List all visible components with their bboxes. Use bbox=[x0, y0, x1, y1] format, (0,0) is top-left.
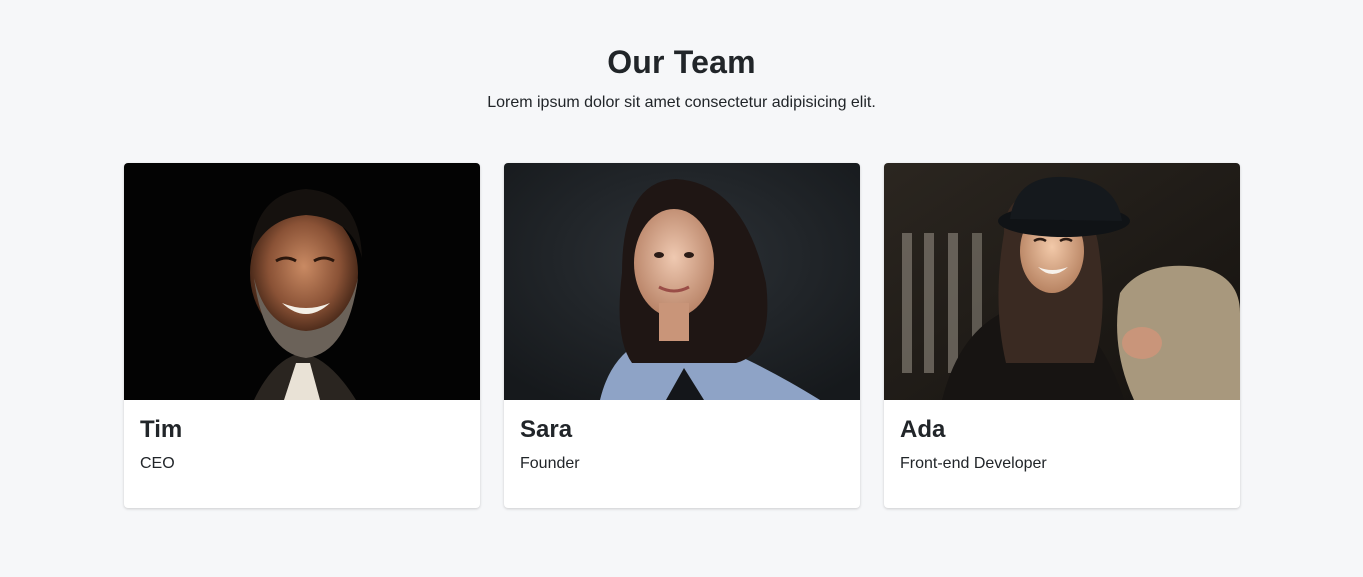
team-member-photo-sara bbox=[504, 163, 860, 400]
section-subtitle: Lorem ipsum dolor sit amet consectetur a… bbox=[487, 94, 876, 111]
section-title: Our Team bbox=[607, 44, 756, 80]
team-member-role: Founder bbox=[520, 455, 580, 472]
team-card-sara: Sara Founder bbox=[504, 163, 860, 508]
team-member-role: CEO bbox=[140, 455, 175, 472]
team-member-name: Tim bbox=[140, 416, 183, 443]
team-member-role: Front-end Developer bbox=[900, 455, 1047, 472]
team-card-tim: Tim CEO bbox=[124, 163, 480, 508]
team-section: Our Team Lorem ipsum dolor sit amet cons… bbox=[0, 0, 1363, 577]
team-member-photo-tim bbox=[124, 163, 480, 400]
team-member-name: Ada bbox=[900, 416, 946, 443]
team-member-name: Sara bbox=[520, 416, 573, 443]
team-member-photo-ada bbox=[884, 163, 1240, 400]
team-card-ada: Ada Front-end Developer bbox=[884, 163, 1240, 508]
